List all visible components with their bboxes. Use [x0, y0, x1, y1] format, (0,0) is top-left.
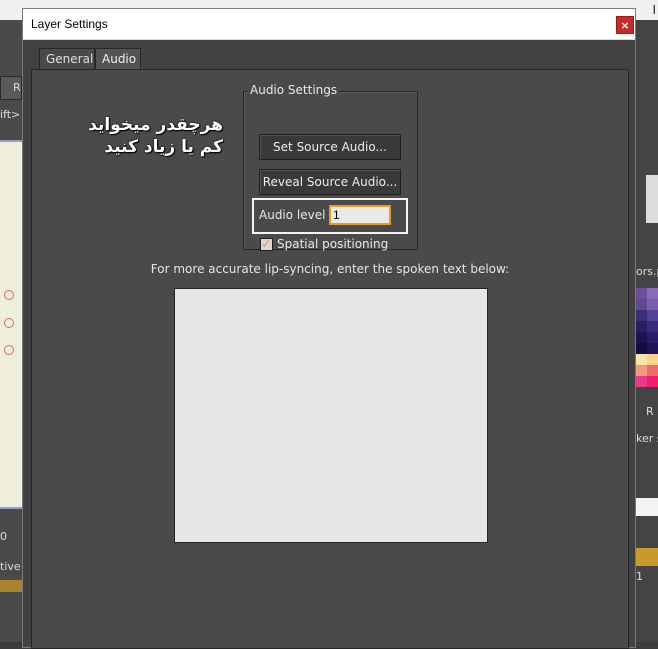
background-right-text: ker s — [636, 432, 658, 445]
checkmark-icon: ✓ — [261, 237, 272, 252]
spatial-positioning-checkbox[interactable]: ✓ — [260, 238, 273, 251]
background-right-field — [636, 498, 658, 516]
overlay-annotation-line-1: هرچقدر میخواید — [88, 115, 223, 135]
background-top-right-glyph: I — [652, 3, 656, 17]
tab-general[interactable]: General — [39, 48, 95, 70]
background-left-button[interactable]: Re — [0, 76, 22, 100]
close-icon: × — [620, 19, 630, 32]
audio-level-input[interactable]: 1 — [329, 205, 391, 225]
audio-level-label: Audio level — [259, 208, 326, 222]
background-timeline-strip — [0, 580, 22, 592]
spoken-text-area[interactable] — [174, 288, 488, 543]
layer-settings-dialog: Layer Settings × General Audio Audio Set… — [22, 8, 636, 649]
background-left-text: tive — [0, 560, 21, 573]
overlay-annotation-line-2: کم یا زیاد کنید — [104, 137, 223, 157]
background-left-text: ift> — [0, 108, 21, 121]
selection-handle[interactable] — [4, 345, 14, 355]
selection-handle[interactable] — [4, 290, 14, 300]
tab-audio[interactable]: Audio — [95, 48, 141, 70]
selection-handle[interactable] — [4, 318, 14, 328]
lip-sync-hint: For more accurate lip-syncing, enter the… — [150, 262, 510, 276]
background-left-text: 0 — [0, 530, 7, 543]
background-color-swatches[interactable] — [636, 288, 658, 387]
close-button[interactable]: × — [616, 16, 634, 34]
background-stage-canvas — [0, 140, 22, 509]
background-right-widget — [646, 175, 658, 223]
audio-settings-group: Audio Settings Set Source Audio... Revea… — [243, 83, 418, 251]
spatial-positioning-label[interactable]: Spatial positioning — [277, 237, 388, 251]
set-source-audio-button[interactable]: Set Source Audio... — [259, 134, 401, 160]
dialog-title: Layer Settings — [31, 17, 108, 31]
background-right-text: ors.p — [636, 265, 658, 278]
background-right-text: R — [646, 405, 654, 418]
background-right-text: 1 — [636, 570, 643, 583]
audio-settings-group-title: Audio Settings — [248, 83, 340, 97]
overlay-annotation: هرچقدر میخواید کم یا زیاد کنید — [51, 114, 223, 158]
background-right-timeline-strip — [636, 548, 658, 566]
dialog-titlebar[interactable]: Layer Settings × — [23, 9, 635, 40]
reveal-source-audio-button[interactable]: Reveal Source Audio... — [259, 169, 401, 195]
audio-level-highlight: Audio level 1 — [252, 198, 408, 234]
